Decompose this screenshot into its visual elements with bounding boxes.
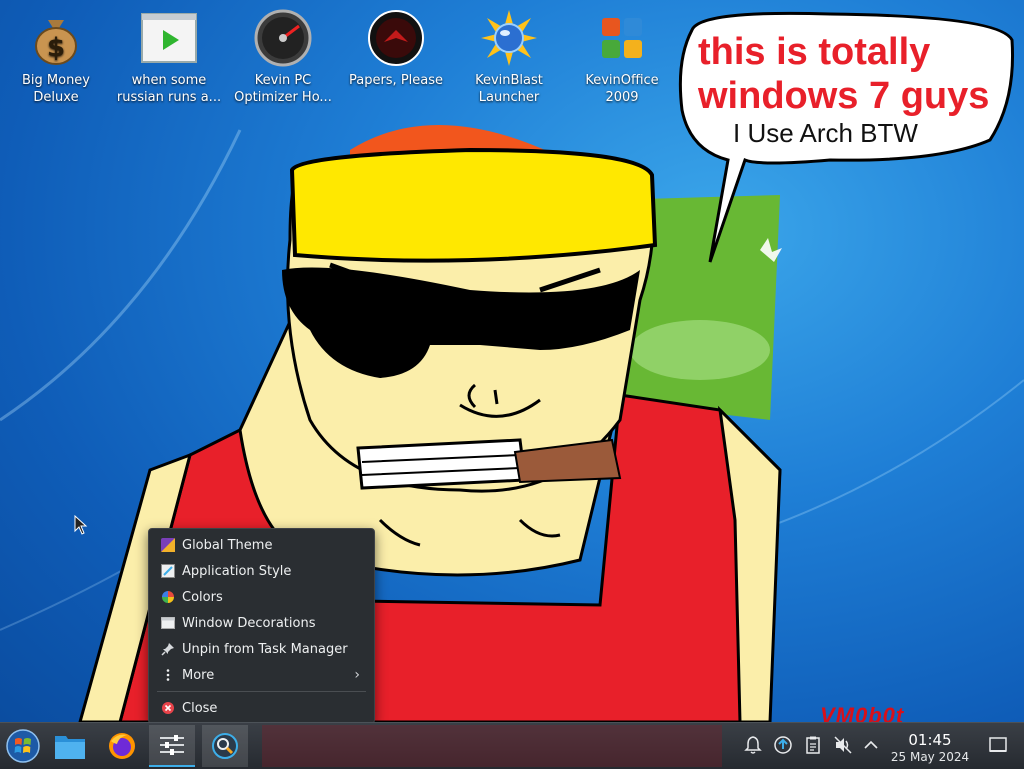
- video-player-icon: [139, 8, 199, 68]
- desktop-icon-kevinblast-launcher[interactable]: KevinBlast Launcher: [454, 8, 564, 106]
- papers-please-icon: [366, 8, 426, 68]
- pin-icon: [161, 642, 175, 656]
- updates-icon[interactable]: [773, 735, 793, 755]
- desktop-icon-label-line1: KevinOffice: [585, 73, 659, 88]
- menu-item-application-style[interactable]: Application Style: [153, 559, 370, 583]
- taskbar-app-firefox[interactable]: [99, 725, 145, 767]
- speech-line-1: this is totally: [698, 31, 931, 73]
- menu-item-window-decorations[interactable]: Window Decorations: [153, 611, 370, 635]
- menu-item-unpin[interactable]: Unpin from Task Manager: [153, 637, 370, 661]
- taskbar-context-menu: Global Theme Application Style Colors Wi…: [148, 528, 375, 724]
- desktop-icon-label-line1: Big Money: [21, 73, 90, 88]
- money-bag-icon: $: [26, 8, 86, 68]
- svg-text:$: $: [47, 33, 65, 63]
- speech-subtext: I Use Arch BTW: [733, 118, 918, 148]
- menu-item-label: Window Decorations: [182, 615, 316, 631]
- taskbar-app-file-manager[interactable]: [47, 725, 93, 767]
- show-desktop-icon[interactable]: [988, 735, 1008, 755]
- menu-item-label: Unpin from Task Manager: [182, 641, 348, 657]
- taskbar-task-area: [262, 725, 722, 767]
- close-icon: [161, 701, 175, 715]
- desktop-icon-kevinoffice-2009[interactable]: KevinOffice 2009: [567, 8, 677, 106]
- global-theme-icon: [161, 538, 175, 552]
- menu-item-label: Close: [182, 700, 218, 716]
- settings-sliders-icon: [160, 735, 184, 755]
- desktop-icon-video[interactable]: when some russian runs a...: [114, 8, 224, 106]
- menu-item-close[interactable]: Close: [153, 696, 370, 720]
- desktop-icon-kevin-pc-optimizer[interactable]: Kevin PC Optimizer Ho...: [228, 8, 338, 106]
- taskbar-app-system-settings[interactable]: [149, 725, 195, 767]
- notifications-icon[interactable]: [743, 735, 763, 755]
- mouse-cursor-icon: [74, 515, 88, 535]
- sun-orb-icon: [479, 8, 539, 68]
- desktop-icon-label-line2: 2009: [605, 90, 639, 105]
- folder-icon: [55, 736, 85, 759]
- taskbar-app-discover[interactable]: [202, 725, 248, 767]
- menu-item-label: Colors: [182, 589, 223, 605]
- desktop-icon-papers-please[interactable]: Papers, Please: [341, 8, 451, 89]
- clock-date[interactable]: 25 May 2024: [886, 750, 974, 764]
- more-vertical-icon: [161, 668, 175, 682]
- windows-start-icon: [6, 729, 40, 763]
- desktop-icon-label-line1: when some: [131, 73, 207, 88]
- menu-item-colors[interactable]: Colors: [153, 585, 370, 609]
- clipboard-icon[interactable]: [803, 735, 823, 755]
- desktop-icon-big-money-deluxe[interactable]: $ Big Money Deluxe: [1, 8, 111, 106]
- desktop-icon-label-line1: Papers, Please: [348, 73, 444, 88]
- application-style-icon: [161, 564, 175, 578]
- colors-icon: [161, 590, 175, 604]
- desktop-icon-label-line2: Optimizer Ho...: [234, 90, 332, 105]
- expand-tray-icon[interactable]: [861, 735, 881, 755]
- menu-item-global-theme[interactable]: Global Theme: [153, 533, 370, 557]
- chevron-right-icon: ›: [354, 667, 360, 683]
- office-logo-icon: [592, 8, 652, 68]
- menu-separator: [157, 691, 366, 692]
- firefox-icon: [109, 733, 135, 759]
- discover-icon: [212, 733, 238, 759]
- menu-item-label: Global Theme: [182, 537, 273, 553]
- taskbar: 01:45 25 May 2024: [0, 722, 1024, 769]
- menu-item-more[interactable]: More ›: [153, 663, 370, 687]
- desktop-icon-label-line2: Launcher: [478, 90, 540, 105]
- desktop-icon-label-line2: russian runs a...: [116, 90, 222, 105]
- window-decorations-icon: [161, 616, 175, 630]
- desktop-icon-label-line1: KevinBlast: [475, 73, 543, 88]
- speedometer-icon: [253, 8, 313, 68]
- volume-muted-icon[interactable]: [833, 735, 853, 755]
- desktop-icon-label-line1: Kevin PC: [254, 73, 312, 88]
- menu-item-label: More: [182, 667, 215, 683]
- speech-line-2: windows 7 guys: [698, 75, 990, 117]
- desktop-icon-label-line2: Deluxe: [33, 90, 79, 105]
- clock-time[interactable]: 01:45: [895, 731, 965, 749]
- menu-item-label: Application Style: [182, 563, 292, 579]
- start-button[interactable]: [0, 725, 46, 767]
